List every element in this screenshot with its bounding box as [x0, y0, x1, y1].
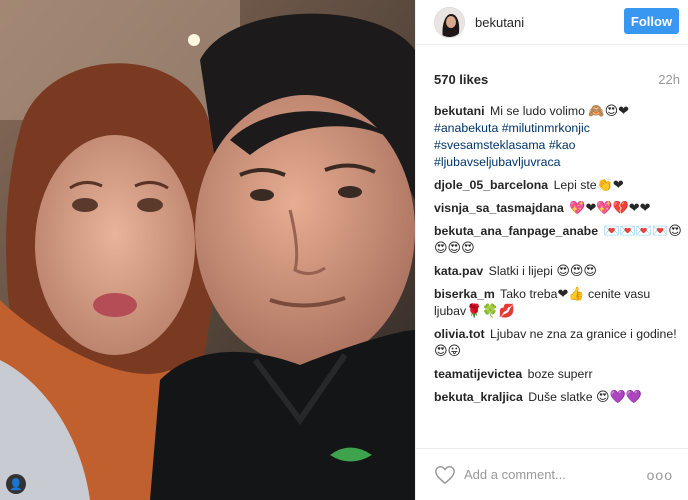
post-details-panel: bekutani Follow 570 likes 22h bekutani M…	[415, 0, 688, 500]
follow-button[interactable]: Follow	[624, 8, 679, 34]
comment-item: visnja_sa_tasmajdana 💖❤💖💔❤❤	[434, 200, 684, 217]
heart-outline-icon[interactable]	[434, 464, 456, 486]
comment-item: olivia.tot Ljubav ne zna za granice i go…	[434, 326, 684, 360]
post-photo[interactable]: 👤	[0, 0, 415, 500]
comment-emoji: 😍💜💜	[595, 390, 642, 405]
comment-username[interactable]: bekuta_ana_fanpage_anabe	[434, 224, 598, 238]
comment-item: kata.pav Slatki i lijepi 😍😍😍	[434, 263, 684, 280]
add-comment-input[interactable]	[464, 464, 647, 485]
comment-item: djole_05_barcelona Lepi ste👏❤	[434, 177, 684, 194]
comment-emoji: 👏❤	[596, 178, 624, 193]
comment-item: biserka_m Tako treba❤👍 cenite vasu ljuba…	[434, 286, 684, 320]
comment-username[interactable]: bekuta_kraljica	[434, 390, 523, 404]
caption-emoji: 🙈😍❤	[588, 104, 630, 119]
caption-text: Mi se ludo volimo	[490, 104, 585, 118]
avatar[interactable]	[434, 6, 465, 38]
caption: bekutani Mi se ludo volimo 🙈😍❤ #anabekut…	[434, 103, 684, 171]
comment-emoji: 😍😛	[434, 344, 462, 359]
comment-text: Lepi ste	[553, 178, 597, 192]
comment-username[interactable]: teamatijevictea	[434, 367, 522, 381]
couple-selfie-image	[0, 0, 415, 500]
more-options-icon[interactable]: ooo	[647, 467, 673, 483]
comment-text: boze superr	[527, 367, 593, 381]
hashtag-link[interactable]: #kao	[549, 138, 576, 152]
post-stats: 570 likes 22h	[434, 72, 680, 87]
hashtag-link[interactable]: #anabekuta	[434, 121, 498, 135]
comment-emoji: 😍😍😍	[556, 264, 597, 279]
comment-username[interactable]: bekutani	[434, 104, 485, 118]
comment-item: bekuta_ana_fanpage_anabe 💌💌💌💌😍😍😍😍	[434, 223, 684, 257]
comment-text: Slatki i lijepi	[488, 264, 553, 278]
likes-count[interactable]: 570 likes	[434, 72, 488, 87]
comment-text: Tako treba	[500, 287, 558, 301]
comment-emoji: ❤👍	[557, 287, 585, 302]
comment-username[interactable]: olivia.tot	[434, 327, 485, 341]
post-header: bekutani Follow	[416, 0, 688, 45]
add-comment-bar: ooo	[416, 448, 688, 500]
comments-list: bekutani Mi se ludo volimo 🙈😍❤ #anabekut…	[434, 103, 684, 412]
comment-username[interactable]: djole_05_barcelona	[434, 178, 548, 192]
comment-text: Ljubav ne zna za granice i godine!	[489, 327, 677, 341]
comment-text: Duše slatke	[528, 390, 593, 404]
comment-username[interactable]: kata.pav	[434, 264, 483, 278]
comment-username[interactable]: biserka_m	[434, 287, 495, 301]
hashtag-link[interactable]: #milutinmrkonjic	[502, 121, 590, 135]
comment-item: teamatijevictea boze superr	[434, 366, 684, 383]
comment-item: bekuta_kraljica Duše slatke 😍💜💜	[434, 389, 684, 406]
user-tag-icon[interactable]: 👤	[6, 474, 26, 494]
comment-emoji: 💖❤💖💔❤❤	[569, 201, 651, 216]
avatar-image	[435, 7, 464, 37]
post-timestamp[interactable]: 22h	[658, 72, 680, 87]
comment-username[interactable]: visnja_sa_tasmajdana	[434, 201, 564, 215]
comment-emoji: 🌹🍀💋	[466, 304, 515, 319]
hashtag-link[interactable]: #ljubavseljubavljuvraca	[434, 155, 560, 169]
hashtag-link[interactable]: #svesamsteklasama	[434, 138, 545, 152]
